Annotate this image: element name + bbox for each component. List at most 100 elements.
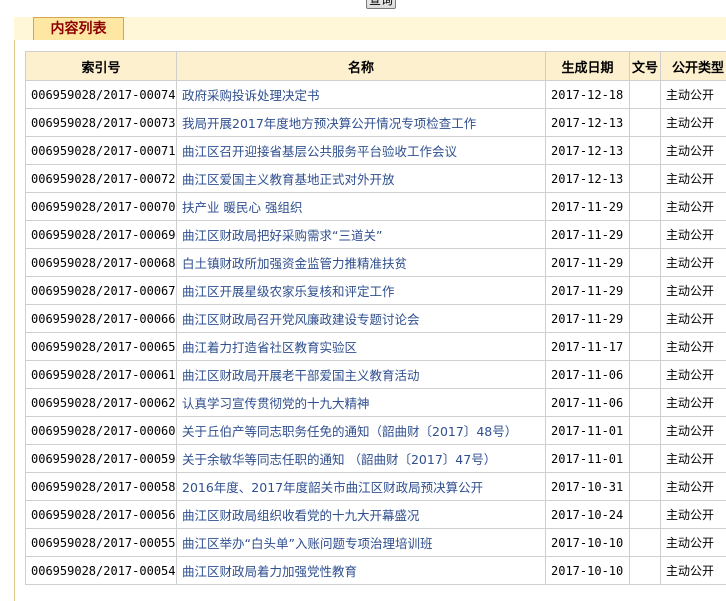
row-date: 2017-11-29 (545, 220, 630, 249)
table-row: 006959028/2017-00069 曲江区财政局把好采购需求“三道关” 201… (25, 220, 726, 249)
row-type: 主动公开 (660, 192, 726, 221)
row-doc-no (629, 136, 661, 165)
row-name-cell: 曲江区财政局把好采购需求“三道关” (176, 220, 546, 249)
content-list-table: 索引号 名称 生成日期 文号 公开类型 006959028/2017-00074… (25, 51, 726, 585)
row-title-link[interactable]: 认真学习宣传贯彻党的十九大精神 (182, 396, 370, 411)
row-date: 2017-11-29 (545, 304, 630, 333)
row-date: 2017-11-01 (545, 444, 630, 473)
row-date: 2017-11-01 (545, 416, 630, 445)
row-date: 2017-10-10 (545, 556, 630, 585)
row-type: 主动公开 (660, 276, 726, 305)
row-name-cell: 曲江区举办“白头单”入账问题专项治理培训班 (176, 528, 546, 557)
row-name-cell: 曲江区财政局开展老干部爱国主义教育活动 (176, 360, 546, 389)
row-title-link[interactable]: 关于丘伯产等同志职务任免的通知（韶曲财〔2017〕48号） (182, 424, 517, 439)
row-index: 006959028/2017-00072 (25, 164, 177, 193)
query-button[interactable]: 查询 (366, 0, 396, 9)
row-title-link[interactable]: 曲江区召开迎接省基层公共服务平台验收工作会议 (182, 144, 457, 159)
row-doc-no (629, 360, 661, 389)
row-index: 006959028/2017-00056 (25, 500, 177, 529)
row-title-link[interactable]: 我局开展2017年度地方预决算公开情况专项检查工作 (182, 116, 476, 131)
row-date: 2017-10-31 (545, 472, 630, 501)
row-name-cell: 扶产业 暖民心 强组织 (176, 192, 546, 221)
row-title-link[interactable]: 曲江区爱国主义教育基地正式对外开放 (182, 172, 395, 187)
row-name-cell: 曲江区召开迎接省基层公共服务平台验收工作会议 (176, 136, 546, 165)
table-row: 006959028/2017-00062 认真学习宣传贯彻党的十九大精神 2017-… (25, 388, 726, 417)
row-doc-no (629, 164, 661, 193)
row-name-cell: 政府采购投诉处理决定书 (176, 80, 546, 109)
row-doc-no (629, 108, 661, 137)
row-doc-no (629, 276, 661, 305)
row-doc-no (629, 388, 661, 417)
row-index: 006959028/2017-00060 (25, 416, 177, 445)
row-doc-no (629, 416, 661, 445)
row-title-link[interactable]: 曲江区财政局着力加强党性教育 (182, 564, 357, 579)
row-name-cell: 曲江区爱国主义教育基地正式对外开放 (176, 164, 546, 193)
row-name-cell: 白土镇财政所加强资金监管力推精准扶贫 (176, 248, 546, 277)
row-index: 006959028/2017-00069 (25, 220, 177, 249)
row-index: 006959028/2017-00065 (25, 332, 177, 361)
row-doc-no (629, 248, 661, 277)
row-index: 006959028/2017-00062 (25, 388, 177, 417)
row-index: 006959028/2017-00074 (25, 80, 177, 109)
row-type: 主动公开 (660, 528, 726, 557)
row-index: 006959028/2017-00073 (25, 108, 177, 137)
row-title-link[interactable]: 2016年度、2017年度韶关市曲江区财政局预决算公开 (182, 480, 483, 495)
row-date: 2017-11-06 (545, 360, 630, 389)
row-doc-no (629, 80, 661, 109)
row-date: 2017-10-10 (545, 528, 630, 557)
row-title-link[interactable]: 曲江区财政局组织收看党的十九大开幕盛况 (182, 508, 420, 523)
table-row: 006959028/2017-00055 曲江区举办“白头单”入账问题专项治理培训… (25, 528, 726, 557)
row-title-link[interactable]: 白土镇财政所加强资金监管力推精准扶贫 (182, 256, 407, 271)
row-index: 006959028/2017-00055 (25, 528, 177, 557)
row-index: 006959028/2017-00061 (25, 360, 177, 389)
row-doc-no (629, 500, 661, 529)
row-name-cell: 认真学习宣传贯彻党的十九大精神 (176, 388, 546, 417)
row-title-link[interactable]: 关于余敏华等同志任职的通知 （韶曲财〔2017〕47号） (182, 452, 496, 467)
table-row: 006959028/2017-00074 政府采购投诉处理决定书 2017-12-1… (25, 80, 726, 109)
row-doc-no (629, 528, 661, 557)
content-list-tab[interactable]: 内容列表 (33, 17, 124, 41)
row-type: 主动公开 (660, 444, 726, 473)
table-row: 006959028/2017-00071 曲江区召开迎接省基层公共服务平台验收工作… (25, 136, 726, 165)
table-row: 006959028/2017-00054 曲江区财政局着力加强党性教育 2017-1… (25, 556, 726, 585)
row-type: 主动公开 (660, 360, 726, 389)
row-name-cell: 2016年度、2017年度韶关市曲江区财政局预决算公开 (176, 472, 546, 501)
row-type: 主动公开 (660, 472, 726, 501)
row-date: 2017-10-24 (545, 500, 630, 529)
row-title-link[interactable]: 扶产业 暖民心 强组织 (182, 200, 302, 215)
row-name-cell: 曲江区财政局召开党风廉政建设专题讨论会 (176, 304, 546, 333)
row-title-link[interactable]: 曲江区开展星级农家乐复核和评定工作 (182, 284, 395, 299)
row-title-link[interactable]: 政府采购投诉处理决定书 (182, 88, 320, 103)
table-row: 006959028/2017-00072 曲江区爱国主义教育基地正式对外开放 201… (25, 164, 726, 193)
row-index: 006959028/2017-00067 (25, 276, 177, 305)
row-doc-no (629, 444, 661, 473)
row-title-link[interactable]: 曲江着力打造省社区教育实验区 (182, 340, 357, 355)
row-title-link[interactable]: 曲江区举办“白头单”入账问题专项治理培训班 (182, 536, 432, 551)
row-name-cell: 曲江区开展星级农家乐复核和评定工作 (176, 276, 546, 305)
row-index: 006959028/2017-00058 (25, 472, 177, 501)
row-type: 主动公开 (660, 500, 726, 529)
table-row: 006959028/2017-00070 扶产业 暖民心 强组织 2017-11-2… (25, 192, 726, 221)
row-title-link[interactable]: 曲江区财政局开展老干部爱国主义教育活动 (182, 368, 420, 383)
row-type: 主动公开 (660, 556, 726, 585)
row-type: 主动公开 (660, 248, 726, 277)
row-index: 006959028/2017-00071 (25, 136, 177, 165)
row-type: 主动公开 (660, 80, 726, 109)
row-doc-no (629, 220, 661, 249)
row-index: 006959028/2017-00070 (25, 192, 177, 221)
column-header-index: 索引号 (25, 51, 177, 81)
row-date: 2017-12-18 (545, 80, 630, 109)
row-date: 2017-12-13 (545, 136, 630, 165)
row-type: 主动公开 (660, 164, 726, 193)
row-title-link[interactable]: 曲江区财政局召开党风廉政建设专题讨论会 (182, 312, 420, 327)
row-index: 006959028/2017-00059 (25, 444, 177, 473)
row-date: 2017-11-06 (545, 388, 630, 417)
row-date: 2017-12-13 (545, 108, 630, 137)
row-index: 006959028/2017-00068 (25, 248, 177, 277)
row-date: 2017-11-17 (545, 332, 630, 361)
row-title-link[interactable]: 曲江区财政局把好采购需求“三道关” (182, 228, 382, 243)
row-index: 006959028/2017-00066 (25, 304, 177, 333)
column-header-doc-no: 文号 (629, 51, 661, 81)
table-row: 006959028/2017-00061 曲江区财政局开展老干部爱国主义教育活动 2… (25, 360, 726, 389)
panel-header: 内容列表 (14, 17, 726, 41)
